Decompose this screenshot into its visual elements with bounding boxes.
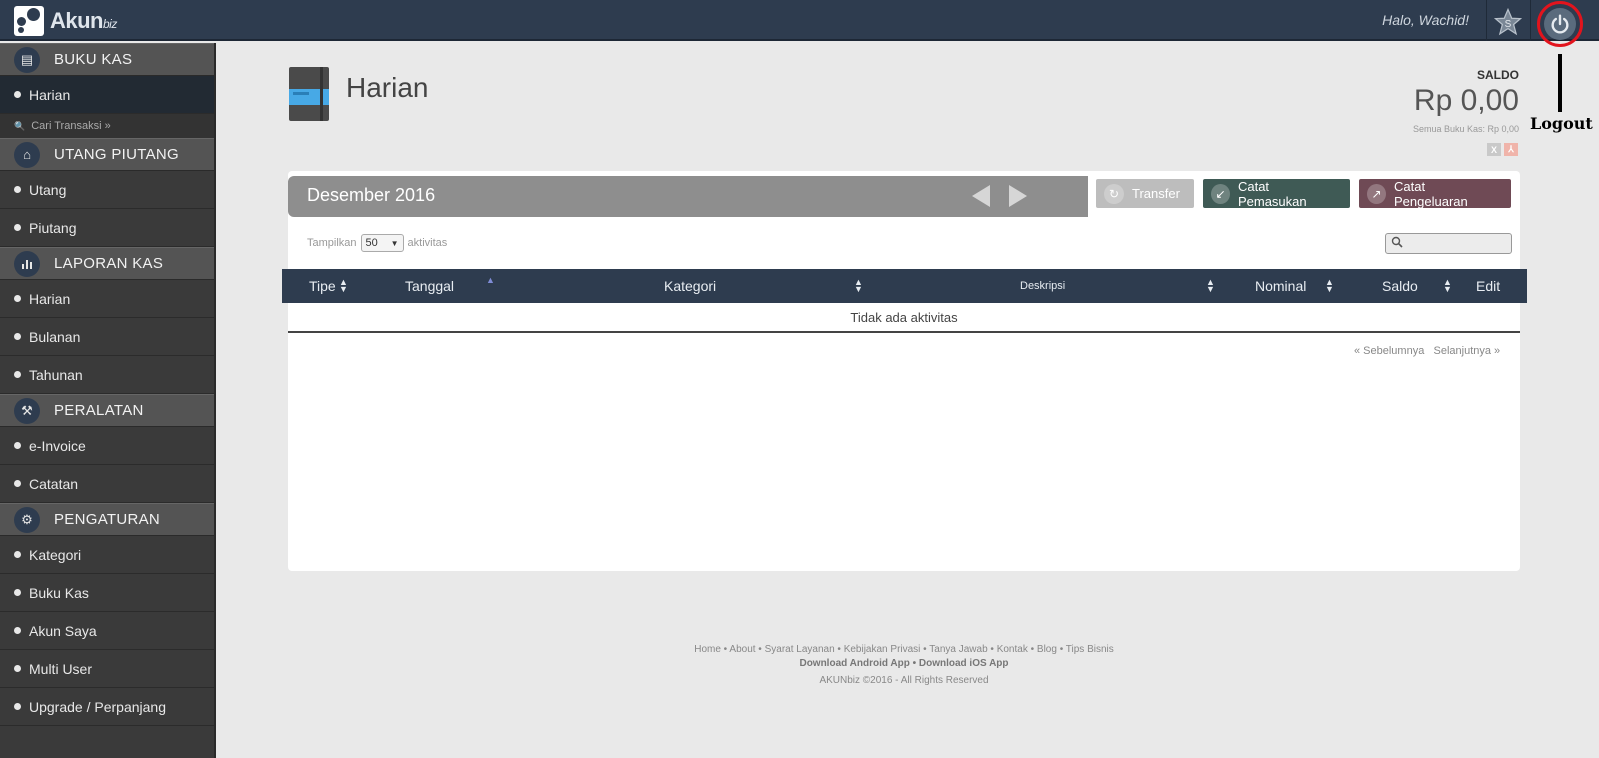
- sidebar-item-buku-kas[interactable]: Buku Kas: [0, 574, 214, 612]
- pdf-export-icon[interactable]: ⅄: [1504, 143, 1518, 156]
- table-header: Tipe ▲ ▼ Tanggal ▲ Kategori ▲ ▼ Deskripsi …: [282, 269, 1527, 303]
- page-title: Harian: [346, 72, 429, 103]
- logout-button[interactable]: [1536, 1, 1584, 47]
- sidebar-section-peralatan[interactable]: ⚒ PERALATAN: [0, 394, 214, 427]
- saldo-value: Rp 0,00: [1413, 84, 1519, 117]
- sidebar-item-harian[interactable]: Harian: [0, 76, 214, 114]
- previous-page-link[interactable]: « Sebelumnya: [1354, 345, 1424, 357]
- prev-month-arrow-icon[interactable]: [972, 185, 990, 207]
- empty-table-message: Tidak ada aktivitas: [288, 303, 1520, 333]
- gear-icon: ⚙: [14, 506, 40, 533]
- logout-highlight-ring: [1537, 1, 1583, 47]
- copyright: AKUNbiz ©2016 - All Rights Reserved: [819, 675, 989, 686]
- sidebar-item-kategori[interactable]: Kategori: [0, 536, 214, 574]
- column-header-tanggal[interactable]: Tanggal: [405, 278, 454, 294]
- annotation-line: [1558, 54, 1562, 112]
- cash-book-icon: [289, 67, 329, 121]
- app-logo[interactable]: Akunbiz: [14, 4, 117, 38]
- column-header-deskripsi[interactable]: Deskripsi: [1020, 280, 1065, 292]
- arrow-in-icon: ↙: [1211, 183, 1230, 204]
- divider: [1486, 0, 1487, 41]
- svg-text:S: S: [1505, 19, 1512, 30]
- logo-icon: [14, 6, 44, 36]
- transfer-button[interactable]: ↻ Transfer: [1096, 179, 1194, 208]
- sidebar-section-utang-piutang[interactable]: ⌂ UTANG PIUTANG: [0, 138, 214, 171]
- sort-icon[interactable]: ▲ ▼: [1325, 278, 1334, 294]
- column-header-nominal[interactable]: Nominal: [1255, 278, 1306, 294]
- sidebar-section-pengaturan[interactable]: ⚙ PENGATURAN: [0, 503, 214, 536]
- page-size-control: Tampilkan 50 ▼ aktivitas: [307, 234, 447, 252]
- divider: [1530, 0, 1531, 41]
- sidebar-item-laporan-harian[interactable]: Harian: [0, 280, 214, 318]
- footer: Home • About • Syarat Layanan • Kebijaka…: [288, 643, 1520, 688]
- search-icon: [1391, 236, 1403, 251]
- column-header-saldo[interactable]: Saldo: [1382, 278, 1418, 294]
- month-label: Desember 2016: [307, 185, 436, 205]
- user-greeting: Halo, Wachid!: [1382, 12, 1469, 28]
- sidebar-item-e-invoice[interactable]: e-Invoice: [0, 427, 214, 465]
- sidebar-item-akun-saya[interactable]: Akun Saya: [0, 612, 214, 650]
- sort-asc-icon[interactable]: ▲: [486, 276, 495, 285]
- sidebar-item-piutang[interactable]: Piutang: [0, 209, 214, 247]
- sidebar-item-utang[interactable]: Utang: [0, 171, 214, 209]
- bar-chart-icon: [14, 250, 40, 277]
- sort-icon[interactable]: ▲ ▼: [854, 278, 863, 294]
- export-icons: X ⅄: [1487, 143, 1518, 156]
- column-header-tipe[interactable]: Tipe: [309, 278, 336, 294]
- excel-export-icon[interactable]: X: [1487, 143, 1501, 156]
- favorite-button[interactable]: S: [1490, 4, 1526, 40]
- logo-text: Akunbiz: [50, 8, 117, 33]
- sidebar-item-bulanan[interactable]: Bulanan: [0, 318, 214, 356]
- sidebar-item-multi-user[interactable]: Multi User: [0, 650, 214, 688]
- sidebar-item-tahunan[interactable]: Tahunan: [0, 356, 214, 394]
- page-size-select[interactable]: 50 ▼: [360, 234, 404, 252]
- sort-icon[interactable]: ▲ ▼: [339, 278, 348, 294]
- sort-icon[interactable]: ▲ ▼: [1443, 278, 1452, 294]
- transactions-panel: [288, 171, 1520, 571]
- star-icon: S: [1493, 7, 1523, 36]
- chevron-down-icon: ▼: [390, 238, 399, 248]
- catat-pengeluaran-button[interactable]: ↗ Catat Pengeluaran: [1359, 179, 1511, 209]
- sidebar-item-catatan[interactable]: Catatan: [0, 465, 214, 503]
- sidebar-section-buku-kas[interactable]: ▤ BUKU KAS: [0, 43, 214, 76]
- column-header-kategori[interactable]: Kategori: [664, 278, 716, 294]
- bank-icon: ⌂: [14, 141, 40, 168]
- sidebar-section-laporan-kas[interactable]: LAPORAN KAS: [0, 247, 214, 280]
- book-icon: ▤: [14, 46, 40, 73]
- pagination: « Sebelumnya Selanjutnya »: [1354, 345, 1500, 357]
- wrench-icon: ⚒: [14, 397, 40, 424]
- column-header-edit: Edit: [1476, 278, 1501, 294]
- table-search-input[interactable]: [1385, 233, 1512, 254]
- power-icon: [1551, 14, 1569, 34]
- search-transaction-link[interactable]: 🔍 Cari Transaksi »: [0, 114, 214, 138]
- catat-pemasukan-button[interactable]: ↙ Catat Pemasukan: [1203, 179, 1350, 209]
- download-app-links[interactable]: Download Android App • Download iOS App: [288, 657, 1520, 671]
- sidebar-item-upgrade[interactable]: Upgrade / Perpanjang: [0, 688, 214, 726]
- saldo-label: SALDO: [1477, 68, 1519, 82]
- refresh-icon: ↻: [1104, 183, 1124, 204]
- sidebar: ▤ BUKU KAS Harian 🔍 Cari Transaksi » ⌂ UT…: [0, 43, 216, 758]
- annotation-label: Logout: [1530, 114, 1593, 133]
- next-page-link[interactable]: Selanjutnya »: [1434, 345, 1501, 357]
- footer-links[interactable]: Home • About • Syarat Layanan • Kebijaka…: [288, 643, 1520, 657]
- search-icon: 🔍: [14, 120, 26, 131]
- saldo-all-books: Semua Buku Kas: Rp 0,00: [1412, 124, 1519, 134]
- sort-icon[interactable]: ▲ ▼: [1206, 278, 1215, 294]
- arrow-out-icon: ↗: [1367, 183, 1386, 204]
- next-month-arrow-icon[interactable]: [1009, 185, 1027, 207]
- top-bar: Akunbiz Halo, Wachid! S: [0, 0, 1599, 47]
